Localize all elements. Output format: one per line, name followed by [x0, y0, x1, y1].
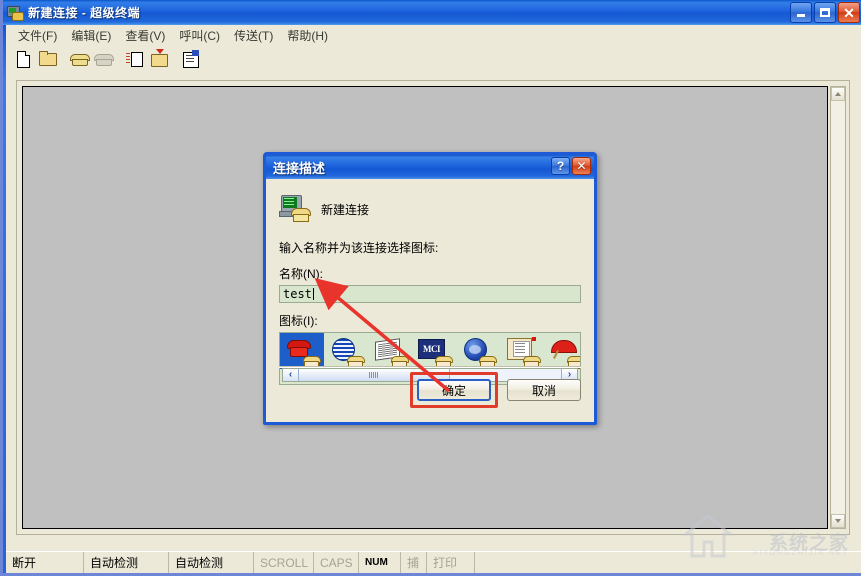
dialog-body: 新建连接 输入名称并为该连接选择图标: 名称(N): test 图标(I): M…: [266, 179, 594, 422]
menu-view[interactable]: 查看(V): [118, 25, 172, 46]
menu-call[interactable]: 呼叫(C): [172, 25, 227, 46]
call-phone-icon[interactable]: [68, 49, 90, 69]
new-connection-computer-phone-icon: [279, 195, 313, 223]
icon-red-phone[interactable]: [280, 333, 324, 369]
ok-button-highlight: 确定: [410, 372, 498, 408]
dialog-divider: [279, 366, 581, 368]
new-connection-icon[interactable]: [12, 49, 34, 69]
close-icon: ✕: [576, 159, 587, 173]
properties-icon[interactable]: [180, 49, 202, 69]
scroll-down-icon[interactable]: [831, 514, 845, 528]
hyperterminal-icon: [7, 5, 24, 21]
send-file-icon[interactable]: [124, 49, 146, 69]
window-controls: ✕: [790, 2, 860, 23]
status-caps: CAPS: [314, 552, 359, 573]
icon-mci[interactable]: MCI: [412, 333, 456, 369]
icon-red-umbrella[interactable]: [544, 333, 580, 369]
maximize-button[interactable]: [814, 2, 836, 23]
mci-label: MCI: [423, 344, 441, 354]
status-autodetect-1: 自动检测: [84, 552, 169, 573]
window-titlebar[interactable]: 新建连接 - 超级终端 ✕: [3, 0, 861, 25]
screen: 新建连接 - 超级终端 ✕ 文件(F) 编辑(E) 查看(V) 呼叫(C) 传送…: [0, 0, 861, 576]
menubar: 文件(F) 编辑(E) 查看(V) 呼叫(C) 传送(T) 帮助(H): [6, 25, 861, 46]
scroll-up-icon[interactable]: [831, 87, 845, 101]
dialog-titlebar[interactable]: 连接描述 ? ✕: [266, 155, 594, 179]
terminal-scrollbar[interactable]: [830, 86, 846, 529]
scroll-left-glyph: ‹: [288, 369, 293, 380]
connection-description-dialog: 连接描述 ? ✕ 新建连接 输入名称并为该连接选择图标: 名称(N): test…: [263, 152, 597, 425]
receive-file-icon[interactable]: [148, 49, 170, 69]
window-title: 新建连接 - 超级终端: [28, 6, 141, 20]
menu-file[interactable]: 文件(F): [11, 25, 64, 46]
name-input-value: test: [283, 287, 312, 301]
dialog-help-button[interactable]: ?: [551, 157, 570, 175]
question-mark-icon: ?: [556, 159, 565, 173]
ok-button[interactable]: 确定: [417, 379, 491, 401]
dialog-footer: 确定 取消: [410, 372, 581, 408]
cancel-button[interactable]: 取消: [507, 379, 581, 401]
close-icon: ✕: [843, 4, 855, 21]
connection-header: 新建连接: [279, 195, 581, 223]
dialog-instruction: 输入名称并为该连接选择图标:: [279, 241, 439, 255]
icon-field-label: 图标(I):: [279, 314, 318, 328]
statusbar: 断开 自动检测 自动检测 SCROLL CAPS NUM 捕 打印: [6, 551, 861, 573]
status-connection: 断开: [6, 552, 84, 573]
status-scroll: SCROLL: [254, 552, 314, 573]
text-caret: [312, 288, 314, 300]
status-filler: [475, 552, 861, 573]
dialog-close-button[interactable]: ✕: [572, 157, 591, 175]
minimize-button[interactable]: [790, 2, 812, 23]
icon-striped-globe[interactable]: [324, 333, 368, 369]
status-num: NUM: [359, 552, 401, 573]
dialog-controls: ? ✕: [551, 157, 591, 175]
close-button[interactable]: ✕: [838, 2, 860, 23]
scroll-left-icon[interactable]: ‹: [283, 369, 299, 381]
toolbar: [6, 46, 861, 72]
icon-newspaper[interactable]: [368, 333, 412, 369]
menu-help[interactable]: 帮助(H): [280, 25, 335, 46]
connection-heading: 新建连接: [321, 202, 370, 217]
dialog-title: 连接描述: [273, 160, 326, 176]
menu-edit[interactable]: 编辑(E): [64, 25, 118, 46]
name-field-label: 名称(N):: [279, 267, 323, 281]
grip-icon: [369, 372, 379, 378]
name-input[interactable]: test: [279, 285, 581, 303]
status-print: 打印: [427, 552, 475, 573]
hangup-phone-icon[interactable]: [92, 49, 114, 69]
open-folder-icon[interactable]: [36, 49, 58, 69]
status-autodetect-2: 自动检测: [169, 552, 254, 573]
icon-list: MCI: [280, 333, 580, 369]
icon-blue-globe[interactable]: [456, 333, 500, 369]
menu-transfer[interactable]: 传送(T): [227, 25, 280, 46]
status-capture: 捕: [401, 552, 427, 573]
icon-document-stack[interactable]: [500, 333, 544, 369]
